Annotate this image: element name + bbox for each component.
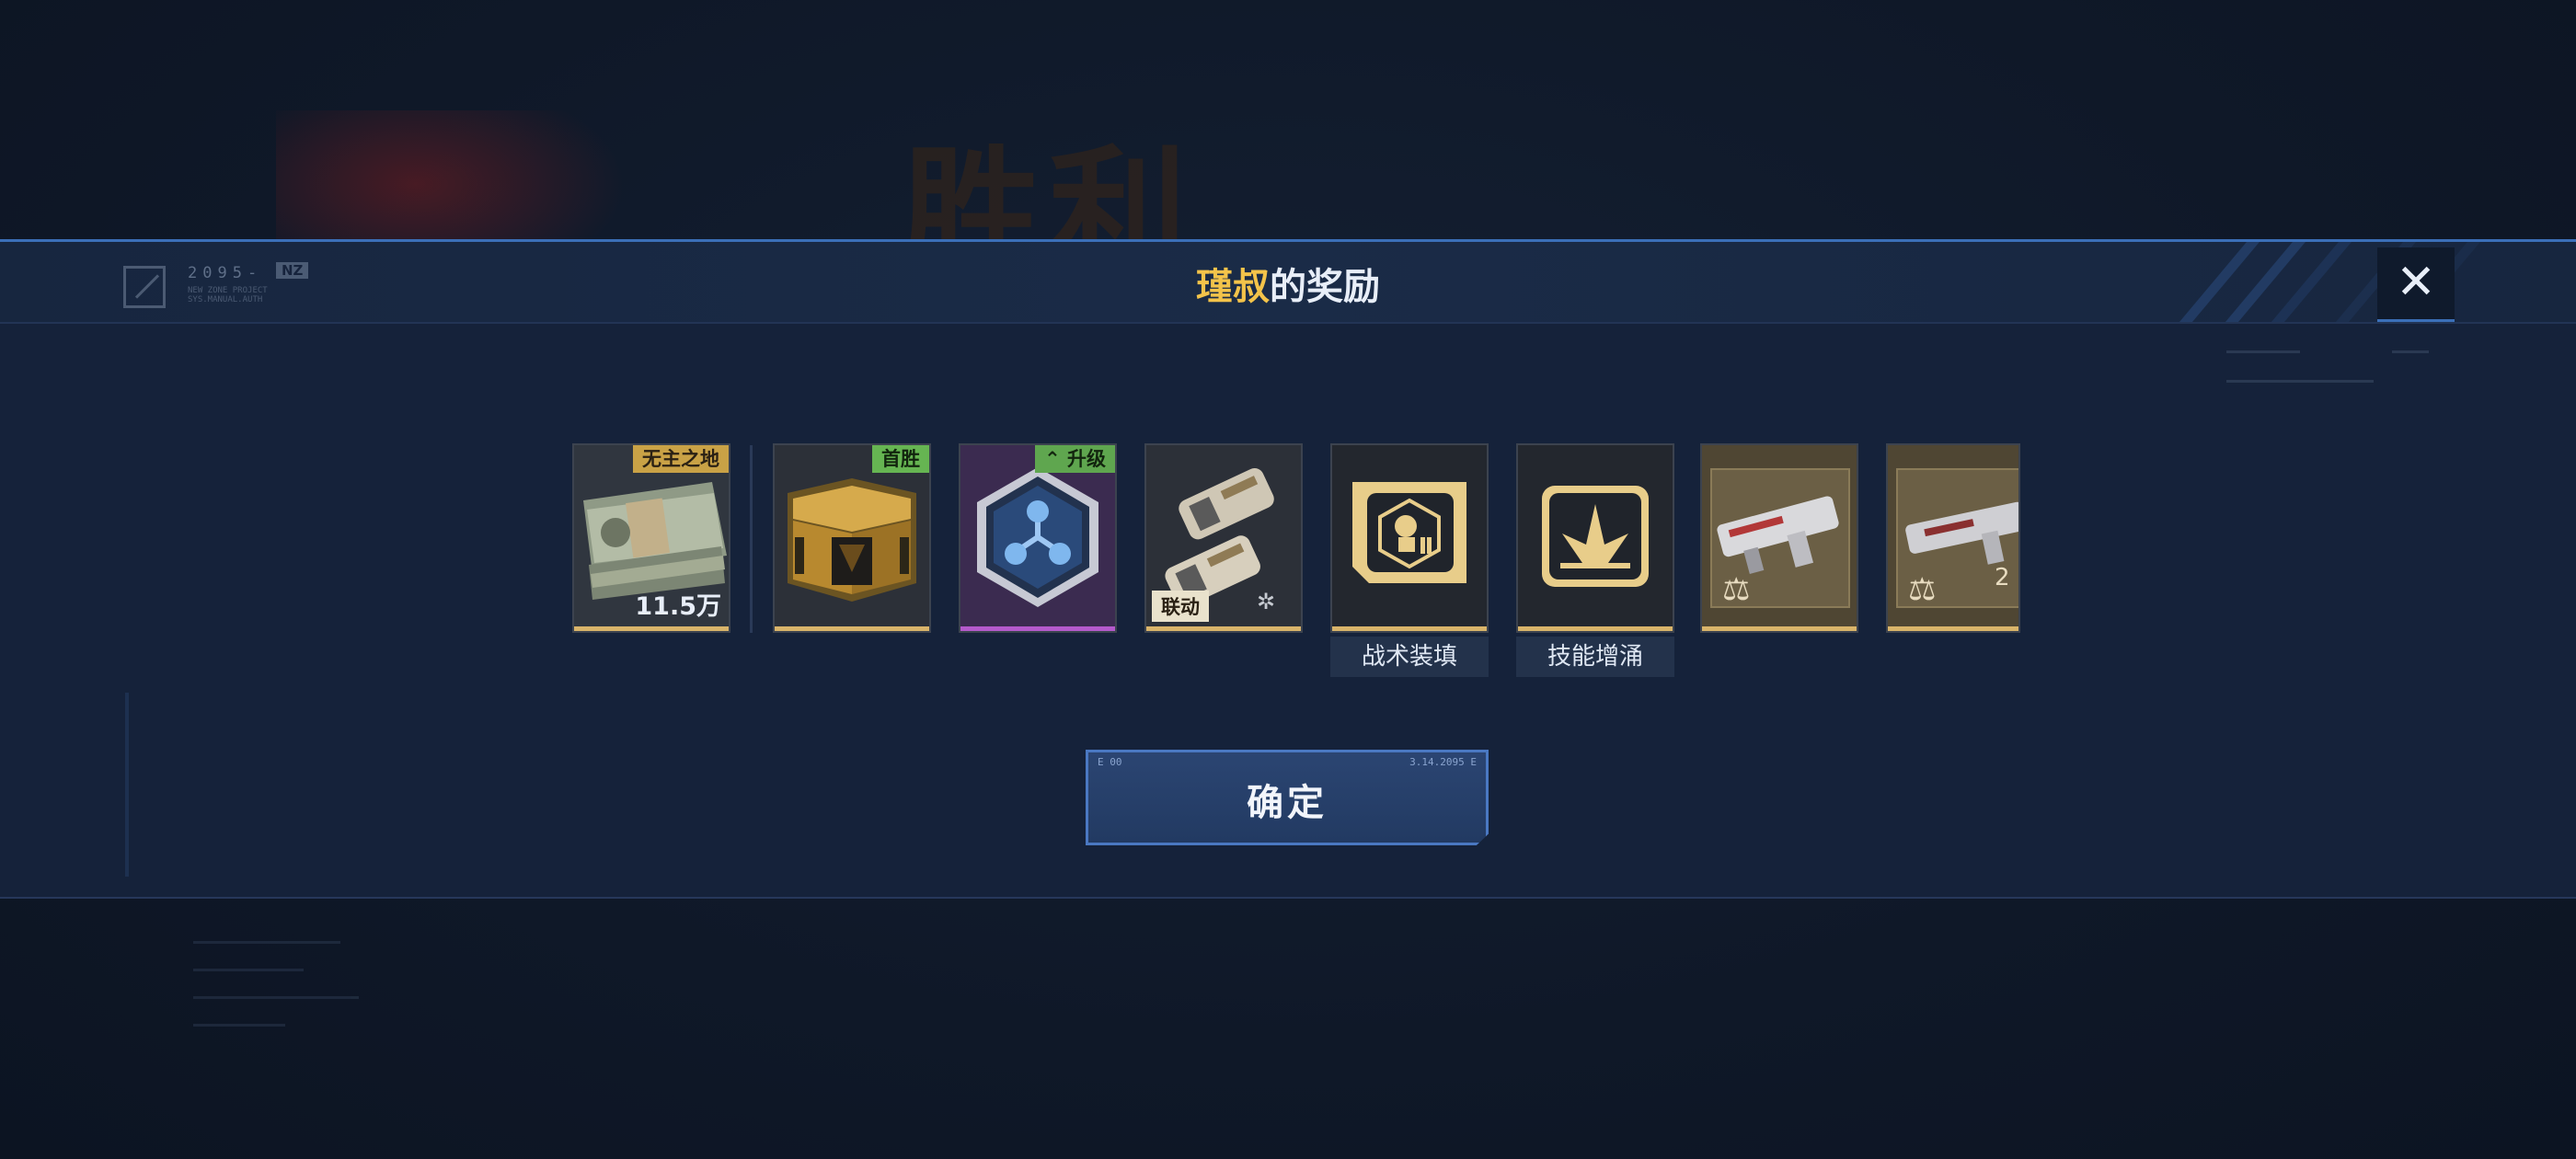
rarity-bar <box>574 626 729 631</box>
reward-card-gloves[interactable]: ✲ 联动 <box>1144 443 1303 633</box>
rarity-bar <box>1702 626 1857 631</box>
reward-label-tactical: 战术装填 <box>1330 637 1489 677</box>
rarity-bar <box>775 626 929 631</box>
confirm-label: 确定 <box>1247 782 1328 824</box>
side-decoration <box>120 693 396 1134</box>
title-suffix: 的奖励 <box>1270 266 1380 308</box>
game-screen: 胜利 2095- NZ NEW ZONE PROJECT SYS.MANUAL.… <box>0 0 2576 1159</box>
reward-list: 无主之地 11.5万 首胜 ⌃ 升级 ✲ 联动 战术装填 技能增涌 ⚖ ⚖ 2 <box>0 443 2576 683</box>
modal-header: 2095- NZ NEW ZONE PROJECT SYS.MANUAL.AUT… <box>0 242 2576 324</box>
confirm-button[interactable]: E 00 3.14.2095 E 确定 <box>1086 750 1489 845</box>
confirm-corner-left: E 00 <box>1098 756 1122 768</box>
reward-modal: 2095- NZ NEW ZONE PROJECT SYS.MANUAL.AUT… <box>0 239 2576 1027</box>
close-button[interactable]: ✕ <box>2377 247 2455 322</box>
rarity-bar <box>1888 626 2018 631</box>
badge-first-win: 首胜 <box>872 445 929 473</box>
rarity-bar <box>960 626 1115 631</box>
svg-text:⚖: ⚖ <box>1908 571 1936 608</box>
chevron-up-icon: ⌃ <box>1044 448 1067 470</box>
cash-amount: 11.5万 <box>635 592 721 621</box>
reward-card-chest[interactable]: 首胜 <box>773 443 931 633</box>
weapon-blueprint-icon: ⚖ 2 <box>1888 445 2018 627</box>
svg-text:2: 2 <box>1995 564 2010 591</box>
confirm-corner-right: 3.14.2095 E <box>1409 756 1477 768</box>
tactical-reload-icon <box>1332 445 1487 627</box>
badge-no-man-land: 无主之地 <box>633 445 729 473</box>
right-decoration <box>2226 343 2466 398</box>
reward-card-skill-surge[interactable] <box>1516 443 1674 633</box>
rarity-bar <box>1146 626 1301 631</box>
reward-card-cash[interactable]: 无主之地 11.5万 <box>572 443 730 633</box>
card-divider <box>750 445 753 633</box>
reward-card-blueprint-2[interactable]: ⚖ 2 <box>1886 443 2020 633</box>
svg-text:⚖: ⚖ <box>1722 571 1750 608</box>
rarity-bar <box>1518 626 1673 631</box>
skill-surge-icon <box>1518 445 1673 627</box>
reward-card-upgrade[interactable]: ⌃ 升级 <box>959 443 1117 633</box>
badge-upgrade: ⌃ 升级 <box>1035 445 1115 473</box>
reward-card-tactical-reload[interactable] <box>1330 443 1489 633</box>
svg-text:✲: ✲ <box>1257 589 1275 614</box>
badge-collab: 联动 <box>1152 591 1209 622</box>
title-player-name: 瑾叔 <box>1196 266 1270 308</box>
rarity-bar <box>1332 626 1487 631</box>
weapon-blueprint-icon: ⚖ <box>1702 445 1857 627</box>
reward-label-skill: 技能增涌 <box>1516 637 1674 677</box>
reward-card-blueprint-1[interactable]: ⚖ <box>1700 443 1858 633</box>
